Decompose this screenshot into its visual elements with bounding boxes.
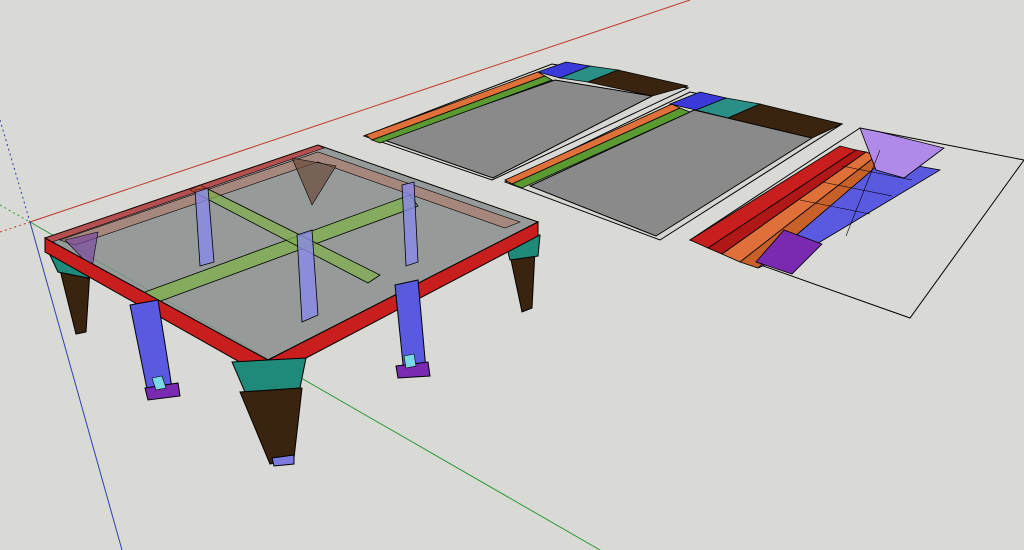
modeling-viewport[interactable] <box>0 0 1024 550</box>
front-brace-right-notch <box>403 353 417 369</box>
front-leg-cap <box>231 357 307 393</box>
